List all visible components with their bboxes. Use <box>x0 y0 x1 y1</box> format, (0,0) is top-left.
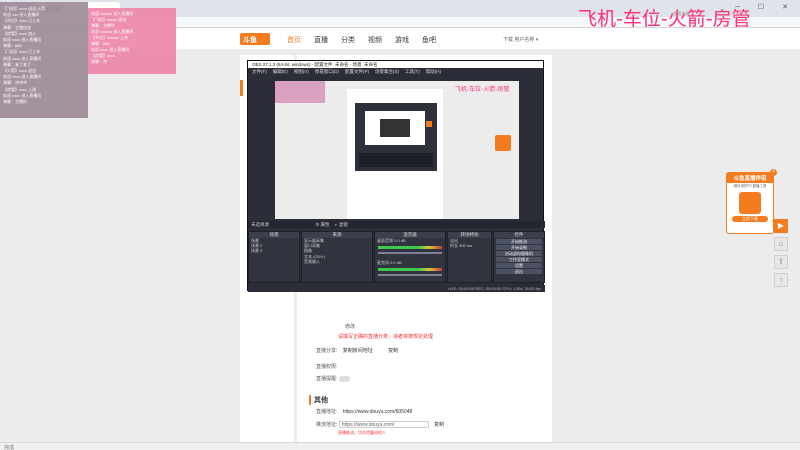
user-area[interactable]: 下载 用户名称 ▾ <box>503 36 538 43</box>
obs-window[interactable]: OBS 27.1.3 (64-bit, windows) - 配置文件: 未命名… <box>247 60 545 292</box>
address-row: 直播地址: https://www.douyu.com/605048 <box>316 408 412 415</box>
obs-status-bar: LIVE: 00:00:00 REC: 00:00:00 CPU: 1.8%, … <box>248 285 545 292</box>
share-label: 直播分享: <box>316 348 338 354</box>
promo-title: 斗鱼直播伴侣 <box>727 173 773 183</box>
obs-menu-item[interactable]: 视图(V) <box>294 69 309 74</box>
control-button[interactable]: 开始录制 <box>496 245 542 250</box>
promo-card[interactable]: × 斗鱼直播伴侣 超好用的PC直播工具 立即下载 <box>726 169 777 234</box>
app-icon <box>739 192 761 214</box>
nav-item[interactable]: 首页 <box>287 35 301 45</box>
obs-title-bar: OBS 27.1.3 (64-bit, windows) - 配置文件: 未命名… <box>248 61 543 68</box>
nav-item[interactable]: 视频 <box>368 35 382 45</box>
promo-subtitle: 超好用的PC直播工具 <box>733 184 767 188</box>
transitions-item[interactable]: 时长 300 ms <box>448 243 491 248</box>
stream-hint: 直播推流，切勿泄露给他人 <box>338 430 386 435</box>
share-button[interactable]: 复制 <box>388 348 398 354</box>
volume-meter <box>378 268 442 272</box>
nav-item[interactable]: 游戏 <box>395 35 409 45</box>
obs-preview: 飞机-车位-火箭-房管 <box>275 81 519 219</box>
mixer-channel-label: 麦克风 0.0 dB <box>377 260 402 266</box>
address-value[interactable]: https://www.douyu.com/605048 <box>343 409 413 415</box>
notice-label: 修改 <box>345 324 356 330</box>
play-icon[interactable]: ▶ <box>774 219 788 233</box>
obs-menu-item[interactable]: 编辑(E) <box>273 69 288 74</box>
obs-menu-item[interactable]: 工具(T) <box>405 69 420 74</box>
transitions-dock: 转场特效 淡出 时长 300 ms <box>447 231 492 283</box>
obs-no-source-label: 未选择源 <box>251 222 269 227</box>
obs-properties-button[interactable]: ⚙ 属性 <box>315 222 329 227</box>
control-button[interactable]: 开始推流 <box>496 239 542 244</box>
control-button[interactable]: 设置 <box>496 263 542 268</box>
obs-menu-item[interactable]: 停靠窗口(D) <box>315 69 339 74</box>
nav-item[interactable]: 鱼吧 <box>422 35 436 45</box>
close-icon[interactable]: × <box>770 169 777 176</box>
warning-text: 请填写正确的直播分类，违者将按规定处理 <box>338 334 434 340</box>
control-button[interactable]: 工作室模式 <box>496 257 542 262</box>
chat-line: 弹幕：主播好 <box>3 99 27 105</box>
controls-dock: 控件 开始推流 开始录制 启动虚拟摄像机 工作室模式 设置 退出 <box>493 231 545 283</box>
control-button[interactable]: 退出 <box>496 269 542 274</box>
controls-dock-title: 控件 <box>494 232 544 238</box>
mixer-dock: 混音器 桌面音频 0.0 dB 麦克风 0.0 dB <box>374 231 446 283</box>
share-row: 直播分享: 复制房间地址 复制 <box>316 347 398 354</box>
reminder-toggle[interactable] <box>338 375 350 382</box>
overlay-banner-text: 飞机-车位-火箭-房管 <box>578 8 751 30</box>
reminder-label: 直播提醒: <box>316 376 338 382</box>
obs-filters-button[interactable]: ◐ 滤镜 <box>335 222 348 227</box>
share-icon[interactable]: ⇪ <box>774 255 788 269</box>
stream-copy-button[interactable]: 复制 <box>434 422 444 428</box>
douyu-logo[interactable]: 斗鱼 <box>240 33 270 45</box>
preview-canvas: 飞机-车位-火箭-房管 <box>275 81 519 219</box>
mixer-channel-label: 桌面音频 0.0 dB <box>377 238 406 243</box>
obs-menu-item[interactable]: 文件(F) <box>252 69 267 74</box>
obs-docks: 场景 场景 场景 2 场景 3 来源 显示器采集 窗口采集 图像 文本 (GDI+) 音频输… <box>248 229 545 285</box>
permission-label: 直播权限: <box>316 364 338 370</box>
obs-menu-item[interactable]: 场景集合(S) <box>375 69 399 74</box>
browser-status-bar: 完成 <box>0 442 800 450</box>
chat-overlay-left: 【飞机】xxxx 送出 火箭 欢迎 xxx 进入直播间 【车位】xxxx 已上车 弹幕… <box>0 2 88 118</box>
sidebar-active-marker <box>240 80 243 96</box>
nav-item[interactable]: 分类 <box>341 35 355 45</box>
stream-input[interactable]: https://www.douyu.com/ <box>338 421 429 429</box>
share-link[interactable]: 复制房间地址 <box>343 348 373 354</box>
overlay-banner-mini: 直播工具 <box>673 11 689 16</box>
scenes-dock: 场景 场景 场景 2 场景 3 <box>248 231 300 283</box>
permission-row: 直播权限: <box>316 363 337 370</box>
promo-download-button[interactable]: 立即下载 <box>732 216 768 222</box>
home-icon[interactable]: ⌂ <box>774 237 788 251</box>
address-label: 直播地址: <box>316 409 338 415</box>
sources-item[interactable]: 音频输入 <box>302 259 372 264</box>
obs-menu-bar: 文件(F) 编辑(E) 视图(V) 停靠窗口(D) 配置文件(P) 场景集合(S) 工具(T… <box>248 68 543 75</box>
preview-banner-text: 飞机-车位-火箭-房管 <box>455 85 510 93</box>
back-to-top-icon[interactable]: ↑ <box>774 273 788 287</box>
sources-dock: 来源 显示器采集 窗口采集 图像 文本 (GDI+) 音频输入 <box>301 231 373 283</box>
scenes-item[interactable]: 场景 3 <box>249 248 299 253</box>
control-button[interactable]: 启动虚拟摄像机 <box>496 251 542 256</box>
reminder-row: 直播提醒: <box>316 375 350 382</box>
volume-slider[interactable] <box>378 252 442 255</box>
nav-item[interactable]: 直播 <box>314 35 328 45</box>
obs-menu-item[interactable]: 帮助(H) <box>426 69 441 74</box>
obs-menu-item[interactable]: 配置文件(P) <box>345 69 369 74</box>
stream-label: 推流地址: <box>316 422 338 428</box>
volume-slider[interactable] <box>378 274 442 277</box>
stream-row: 推流地址: https://www.douyu.com/ 复制 <box>316 421 444 429</box>
main-nav: 首页 直播 分类 视频 游戏 鱼吧 <box>287 35 449 45</box>
obs-source-bar: 未选择源 ⚙ 属性 ◐ 滤镜 <box>248 221 545 228</box>
volume-meter <box>378 246 442 250</box>
section-title-other: 其他 <box>309 395 328 405</box>
chat-overlay-pink: 欢迎 xxxxxx 进入直播间 【飞机】xxxxx 送出 弹幕：主播牛 欢迎 xxxx… <box>88 8 176 74</box>
chat-line: 弹幕：冲 <box>91 59 107 64</box>
